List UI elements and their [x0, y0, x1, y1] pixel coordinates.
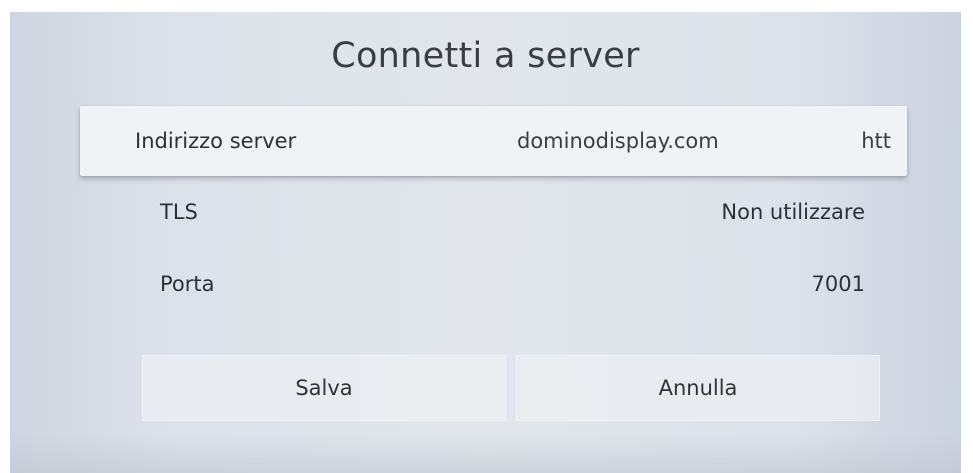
tv-dialog-screen: Connetti a server Indirizzo server domin… — [10, 12, 961, 473]
port-label: Porta — [160, 272, 215, 296]
save-button[interactable]: Salva — [142, 355, 506, 421]
port-value: 7001 — [811, 272, 865, 296]
server-address-row[interactable]: Indirizzo server dominodisplay.com htt — [80, 106, 907, 176]
server-protocol-value: htt — [861, 129, 891, 153]
port-row[interactable]: Porta 7001 — [160, 264, 865, 304]
server-address-value: dominodisplay.com — [517, 129, 719, 153]
tls-label: TLS — [160, 200, 198, 224]
dialog-title: Connetti a server — [331, 36, 640, 76]
cancel-button[interactable]: Annulla — [516, 355, 880, 421]
server-address-label: Indirizzo server — [135, 129, 297, 153]
tls-value: Non utilizzare — [721, 200, 865, 224]
tls-row[interactable]: TLS Non utilizzare — [160, 192, 865, 232]
